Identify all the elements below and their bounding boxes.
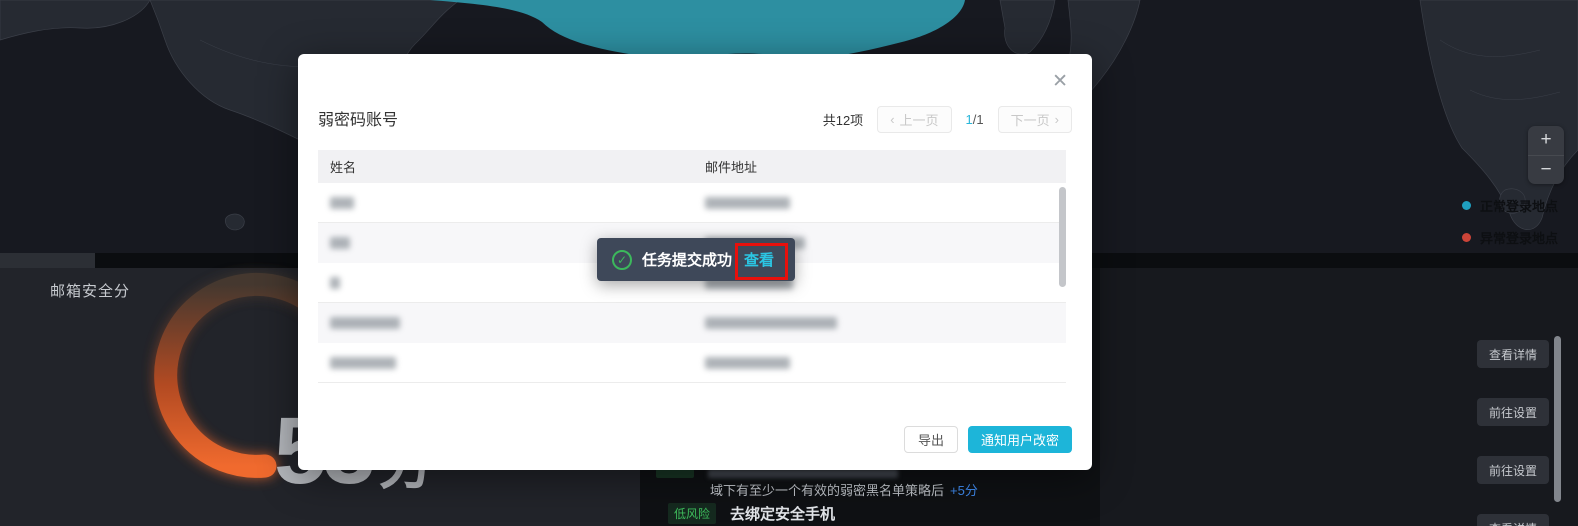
- table-row: [318, 343, 1066, 383]
- next-page-button[interactable]: 下一页 ›: [998, 106, 1072, 133]
- redacted-name: [330, 317, 400, 329]
- map-zoom-control: + −: [1528, 126, 1564, 184]
- legend-item: 异常登录地点: [1462, 228, 1558, 247]
- redacted-name: [330, 197, 354, 209]
- table-body: [318, 183, 1066, 383]
- table-scrollbar[interactable]: [1059, 185, 1066, 383]
- table-header: 姓名 邮件地址: [318, 150, 1066, 183]
- legend-label: 异常登录地点: [1480, 228, 1558, 247]
- column-header-email: 邮件地址: [693, 157, 1066, 176]
- policy-hint: 域下有至少一个有效的弱密黑名单策略后 +5分: [710, 480, 978, 499]
- redacted-name: [330, 277, 340, 289]
- toast-message: 任务提交成功: [642, 249, 732, 270]
- legend-dot-icon: [1462, 201, 1471, 210]
- cell-email: [693, 357, 1066, 369]
- cell-email: [693, 317, 1066, 329]
- legend-item: 正常登录地点: [1462, 196, 1558, 215]
- table-scrollbar-thumb[interactable]: [1059, 187, 1066, 287]
- modal-footer: 导出 通知用户改密: [904, 426, 1072, 453]
- chevron-left-icon: ‹: [890, 112, 894, 127]
- clipped-risk-badge: [656, 469, 694, 478]
- cell-name: [318, 317, 693, 329]
- close-icon[interactable]: ✕: [1048, 66, 1072, 97]
- zoom-in-button[interactable]: +: [1528, 126, 1564, 156]
- cell-name: [318, 197, 693, 209]
- risk-level-badge: 低风险: [668, 503, 716, 524]
- redacted-name: [330, 237, 350, 249]
- redacted-email: [705, 317, 837, 329]
- table-row: [318, 303, 1066, 343]
- side-action-button[interactable]: 前往设置: [1477, 456, 1549, 484]
- landmass-island-2: [225, 214, 244, 230]
- notify-users-button[interactable]: 通知用户改密: [968, 426, 1072, 453]
- side-action-button[interactable]: 前往设置: [1477, 398, 1549, 426]
- export-button[interactable]: 导出: [904, 426, 958, 453]
- table-row: [318, 183, 1066, 223]
- pagination: 共12项 ‹ 上一页 1/1 下一页 ›: [823, 106, 1072, 133]
- total-pages: 1: [976, 112, 983, 127]
- toast-view-link[interactable]: 查看: [744, 249, 774, 270]
- pagination-total: 共12项: [823, 110, 863, 129]
- modal-title: 弱密码账号: [318, 106, 398, 130]
- chevron-right-icon: ›: [1055, 112, 1059, 127]
- policy-text: 域下有至少一个有效的弱密黑名单策略后: [710, 483, 944, 498]
- score-panel-title: 邮箱安全分: [50, 280, 130, 301]
- current-page: 1: [966, 112, 973, 127]
- app-screen: 邮箱安全分 53分 域下有至少一个有效的弱密黑名单策略后+5分 低风险 去绑定安…: [0, 0, 1578, 526]
- sidebar-edge: [0, 253, 95, 268]
- map-legend: 正常登录地点异常登录地点: [1462, 196, 1558, 260]
- policy-bonus: +5分: [950, 483, 978, 498]
- zoom-out-button[interactable]: −: [1528, 156, 1564, 185]
- legend-label: 正常登录地点: [1480, 196, 1558, 215]
- success-check-icon: ✓: [612, 250, 632, 270]
- side-action-button[interactable]: 查看详情: [1477, 514, 1549, 526]
- risk-action-title: 去绑定安全手机: [730, 503, 835, 524]
- prev-page-label: 上一页: [900, 110, 939, 129]
- redacted-email: [705, 197, 790, 209]
- clipped-redacted-text: [708, 469, 898, 478]
- column-header-name: 姓名: [318, 157, 693, 176]
- side-action-button[interactable]: 查看详情: [1477, 340, 1549, 368]
- page-indicator: 1/1: [966, 112, 984, 127]
- redacted-name: [330, 357, 396, 369]
- risk-item: 低风险 去绑定安全手机: [668, 503, 835, 524]
- cell-name: [318, 357, 693, 369]
- cell-email: [693, 197, 1066, 209]
- redacted-email: [705, 357, 790, 369]
- next-page-label: 下一页: [1011, 110, 1050, 129]
- prev-page-button[interactable]: ‹ 上一页: [877, 106, 951, 133]
- success-toast: ✓ 任务提交成功 查看: [597, 238, 795, 281]
- page-scrollbar[interactable]: [1554, 336, 1561, 502]
- legend-dot-icon: [1462, 233, 1471, 242]
